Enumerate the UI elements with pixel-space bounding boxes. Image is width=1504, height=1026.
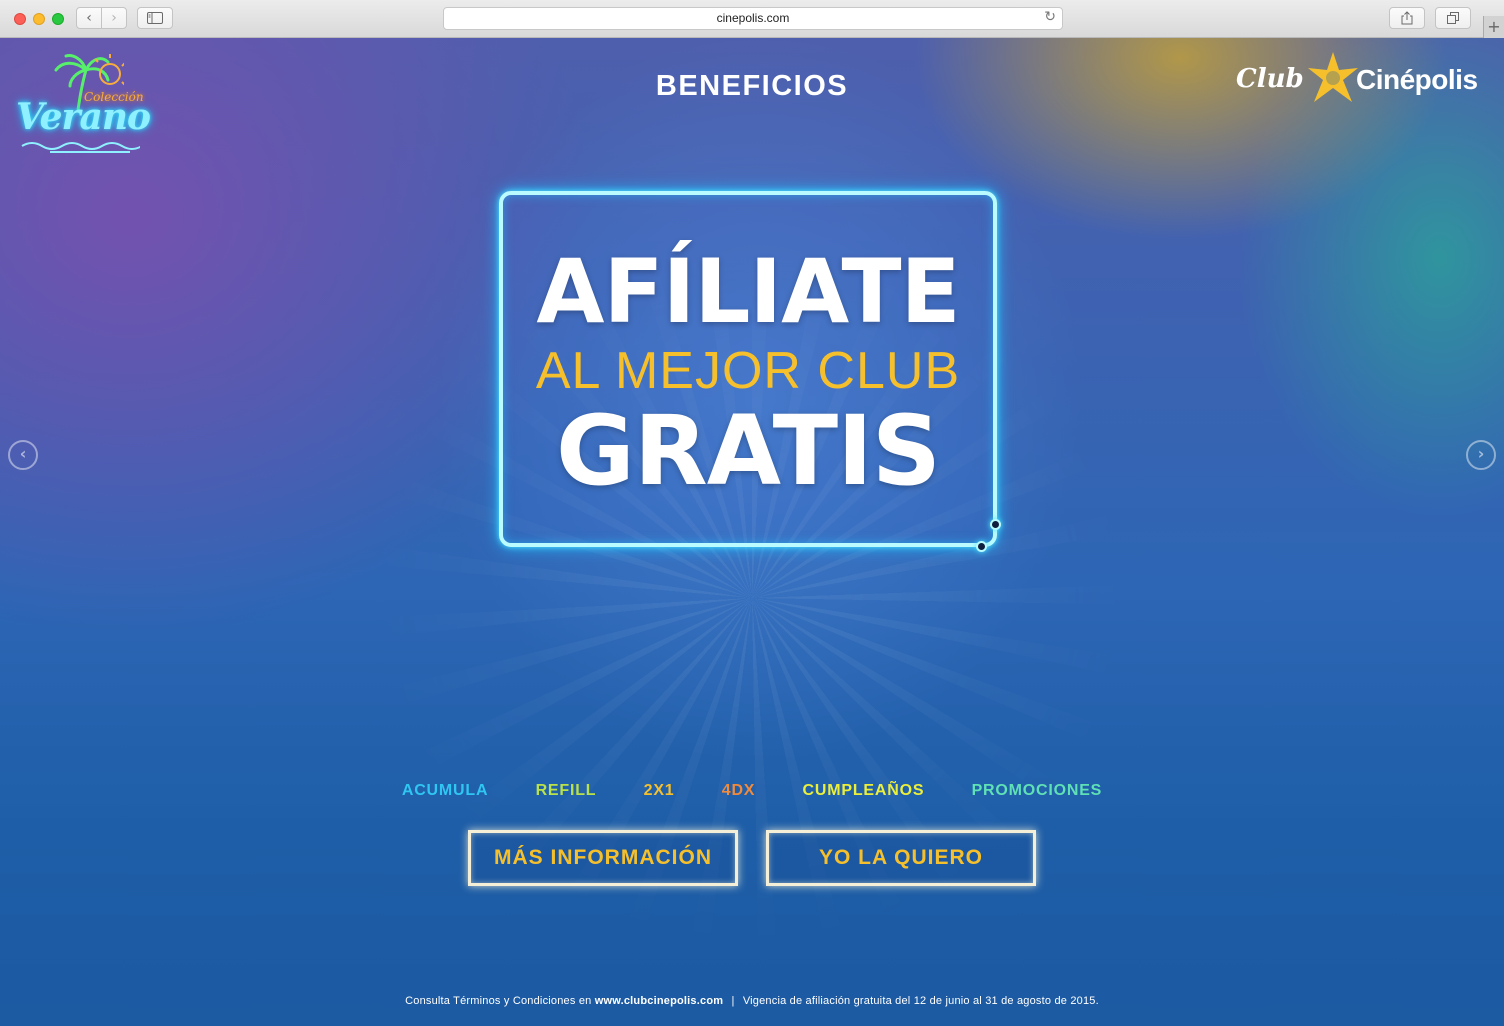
club-cinepolis-logo[interactable]: Club Cinépolis xyxy=(1236,50,1496,108)
window-minimize-button[interactable] xyxy=(33,13,45,25)
benefit-link-promociones[interactable]: PROMOCIONES xyxy=(972,782,1103,800)
forward-button[interactable]: › xyxy=(101,7,127,29)
footer-separator: | xyxy=(731,995,735,1007)
window-maximize-button[interactable] xyxy=(52,13,64,25)
hero-headline: AFÍLIATE xyxy=(536,240,960,343)
show-tabs-button[interactable] xyxy=(1435,7,1471,29)
browser-toolbar: ‹ › cinepolis.com ↻ + xyxy=(0,0,1504,38)
back-button[interactable]: ‹ xyxy=(76,7,102,29)
neon-endcap xyxy=(976,541,987,552)
benefit-link-refill[interactable]: REFILL xyxy=(536,782,597,800)
star-logo-icon xyxy=(1308,52,1358,102)
benefit-link-cumpleanos[interactable]: CUMPLEAÑOS xyxy=(803,782,925,800)
new-tab-button[interactable]: + xyxy=(1483,16,1504,38)
validity-text: Vigencia de afiliación gratuita del 12 d… xyxy=(742,995,1099,1007)
benefit-link-acumula[interactable]: ACUMULA xyxy=(402,782,488,800)
sidebar-icon xyxy=(147,12,163,24)
legal-footer: Consulta Términos y Condiciones en www.c… xyxy=(0,995,1504,1007)
benefit-link-2x1[interactable]: 2X1 xyxy=(644,782,675,800)
club-text: Club xyxy=(1236,64,1304,94)
plus-icon: + xyxy=(1487,17,1501,36)
chevron-left-icon: ‹ xyxy=(86,10,92,26)
neon-endcap xyxy=(990,519,1001,530)
benefits-nav: ACUMULA REFILL 2X1 4DX CUMPLEAÑOS PROMOC… xyxy=(0,782,1504,800)
promo-page: Colección Verano BENEFICIOS Club Cinépol… xyxy=(0,38,1504,1026)
hero-free-text: GRATIS xyxy=(556,395,941,507)
address-bar[interactable]: cinepolis.com ↻ xyxy=(443,7,1063,30)
carousel-next-button[interactable]: › xyxy=(1466,440,1496,470)
chevron-right-icon: › xyxy=(111,10,117,26)
share-button[interactable] xyxy=(1389,7,1425,29)
sidebar-toggle-button[interactable] xyxy=(137,7,173,29)
more-info-button[interactable]: MÁS INFORMACIÓN xyxy=(468,830,738,886)
url-text: cinepolis.com xyxy=(716,11,790,25)
reload-icon[interactable]: ↻ xyxy=(1044,9,1056,25)
chevron-left-icon: ‹ xyxy=(19,444,27,463)
want-it-button[interactable]: YO LA QUIERO xyxy=(766,830,1036,886)
waves-icon xyxy=(21,142,140,153)
terms-text: Consulta Términos y Condiciones en xyxy=(405,995,592,1007)
coleccion-verano-logo[interactable]: Colección Verano xyxy=(14,52,151,156)
window-close-button[interactable] xyxy=(14,13,26,25)
cinepolis-text: Cinépolis xyxy=(1356,64,1478,95)
share-icon xyxy=(1401,11,1413,25)
terms-link[interactable]: www.clubcinepolis.com xyxy=(595,995,723,1007)
hero-subheadline: AL MEJOR CLUB xyxy=(535,342,961,400)
tabs-icon xyxy=(1447,12,1459,24)
chevron-right-icon: › xyxy=(1477,444,1485,463)
benefit-link-4dx[interactable]: 4DX xyxy=(722,782,756,800)
carousel-prev-button[interactable]: ‹ xyxy=(8,440,38,470)
